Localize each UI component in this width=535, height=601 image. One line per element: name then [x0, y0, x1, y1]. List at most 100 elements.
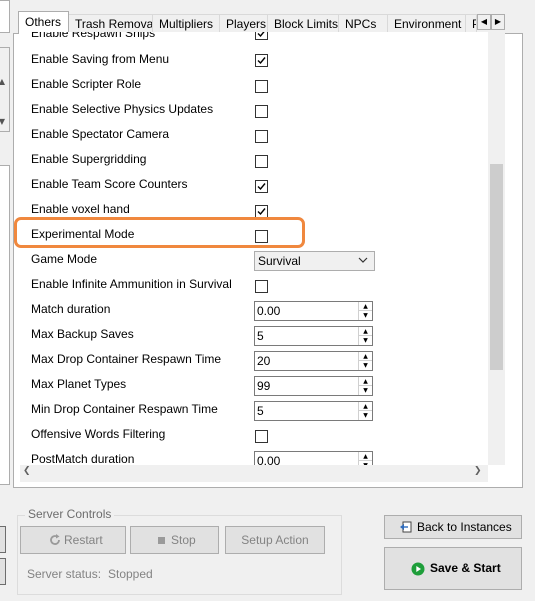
setting-row-game-mode: Game Mode Survival — [20, 251, 488, 276]
spin-up-icon[interactable]: ▲ — [359, 352, 372, 361]
spinner-value: 0.00 — [257, 304, 281, 318]
experimental-mode-highlight — [14, 217, 305, 248]
infinite-ammunition-checkbox[interactable] — [255, 280, 268, 293]
left-list-scrollbar[interactable]: ▲ ▼ — [0, 47, 10, 132]
tab-scroll-right-icon[interactable]: ▶ — [491, 14, 505, 30]
setting-row-postmatch-duration: PostMatch duration 0.00 ▲ ▼ — [20, 451, 488, 465]
enable-selective-physics-updates-checkbox[interactable] — [255, 105, 268, 118]
setting-label: Min Drop Container Respawn Time — [31, 402, 218, 416]
setting-row-enable-saving-from-menu: Enable Saving from Menu — [20, 51, 488, 76]
game-mode-select[interactable]: Survival — [254, 251, 375, 271]
grid-vertical-scroll-thumb[interactable] — [490, 164, 503, 370]
spin-down-icon[interactable]: ▼ — [359, 386, 372, 395]
server-controls-title: Server Controls — [25, 507, 115, 522]
spin-down-icon[interactable]: ▼ — [359, 311, 372, 320]
back-to-instances-label: Back to Instances — [417, 520, 512, 534]
setting-row-min-drop-container-respawn-time: Min Drop Container Respawn Time 5 ▲ ▼ — [20, 401, 488, 426]
setting-label: Max Drop Container Respawn Time — [31, 352, 222, 366]
setting-label: Game Mode — [31, 252, 98, 266]
max-backup-saves-spinner[interactable]: 5 ▲ ▼ — [254, 326, 373, 346]
spin-up-icon[interactable]: ▲ — [359, 327, 372, 336]
server-status-value: Stopped — [108, 567, 153, 581]
setup-action-button[interactable]: Setup Action — [225, 526, 325, 554]
restart-label: Restart — [64, 533, 103, 547]
setting-label: Max Backup Saves — [31, 327, 134, 341]
spin-up-icon[interactable]: ▲ — [359, 302, 372, 311]
tab-multipliers[interactable]: Multipliers — [152, 14, 220, 33]
left-cropped-button[interactable] — [0, 558, 6, 585]
spin-down-icon[interactable]: ▼ — [359, 411, 372, 420]
grid-horizontal-scrollbar[interactable]: ❮ ❯ — [20, 465, 488, 482]
stop-icon — [158, 537, 165, 544]
tab-players[interactable]: Players — [219, 14, 268, 33]
tab-others[interactable]: Others — [18, 11, 69, 34]
tab-trash-removal[interactable]: Trash Removal — [68, 14, 153, 33]
max-drop-container-respawn-time-spinner[interactable]: 20 ▲ ▼ — [254, 351, 373, 371]
scroll-down-arrow-icon[interactable]: ▼ — [0, 116, 7, 128]
setting-label: Enable voxel hand — [31, 202, 130, 216]
save-and-start-button[interactable]: Save & Start — [384, 547, 522, 590]
stop-button[interactable]: Stop — [130, 526, 219, 554]
setting-row-enable-supergridding: Enable Supergridding — [20, 151, 488, 176]
tab-environment[interactable]: Environment — [387, 14, 466, 33]
min-drop-container-respawn-time-spinner[interactable]: 5 ▲ ▼ — [254, 401, 373, 421]
tab-block-limits[interactable]: Block Limits — [267, 14, 339, 33]
checkmark-icon — [257, 32, 265, 38]
setting-label: Enable Scripter Role — [31, 77, 142, 91]
setting-row-enable-scripter-role: Enable Scripter Role — [20, 76, 488, 101]
spinner-buttons: ▲ ▼ — [358, 452, 372, 465]
spin-up-icon[interactable]: ▲ — [359, 377, 372, 386]
left-cropped-button[interactable] — [0, 526, 6, 553]
setting-row-max-backup-saves: Max Backup Saves 5 ▲ ▼ — [20, 326, 488, 351]
postmatch-duration-spinner[interactable]: 0.00 ▲ ▼ — [254, 451, 373, 465]
tab-p-truncated[interactable]: P — [465, 14, 477, 33]
spinner-buttons: ▲ ▼ — [358, 377, 372, 395]
checkmark-icon — [257, 57, 266, 65]
spin-down-icon[interactable]: ▼ — [359, 336, 372, 345]
setting-row-enable-respawn-ships: Enable Respawn Ships — [20, 32, 488, 50]
setting-row-infinite-ammunition: Enable Infinite Ammunition in Survival — [20, 276, 488, 301]
setting-label: Enable Supergridding — [31, 152, 147, 166]
restart-button[interactable]: Restart — [20, 526, 126, 554]
scroll-left-arrow-icon[interactable]: ❮ — [23, 466, 31, 476]
back-to-instances-button[interactable]: Back to Instances — [384, 515, 522, 539]
enable-supergridding-checkbox[interactable] — [255, 155, 268, 168]
tab-scroll-left-icon[interactable]: ◀ — [477, 14, 491, 30]
spin-up-icon[interactable]: ▲ — [359, 402, 372, 411]
scroll-right-arrow-icon[interactable]: ❯ — [474, 466, 482, 476]
scroll-up-arrow-icon[interactable]: ▲ — [0, 76, 7, 88]
setting-label: Enable Saving from Menu — [31, 52, 170, 66]
setting-label: Match duration — [31, 302, 111, 316]
server-status-label: Server status: — [27, 567, 102, 581]
chevron-down-icon — [358, 257, 368, 263]
enable-team-score-counters-checkbox[interactable] — [255, 180, 268, 193]
spinner-buttons: ▲ ▼ — [358, 402, 372, 420]
setting-row-max-planet-types: Max Planet Types 99 ▲ ▼ — [20, 376, 488, 401]
offensive-words-filtering-checkbox[interactable] — [255, 430, 268, 443]
setup-action-label: Setup Action — [241, 533, 309, 547]
save-and-start-label: Save & Start — [430, 561, 501, 575]
setting-label: Max Planet Types — [31, 377, 127, 391]
max-planet-types-spinner[interactable]: 99 ▲ ▼ — [254, 376, 373, 396]
tab-npcs[interactable]: NPCs — [338, 14, 388, 33]
setting-label: Enable Infinite Ammunition in Survival — [31, 277, 232, 291]
enable-respawn-ships-checkbox[interactable] — [255, 32, 268, 40]
spinner-value: 5 — [257, 329, 264, 343]
setting-label: Enable Team Score Counters — [31, 177, 188, 191]
enable-scripter-role-checkbox[interactable] — [255, 80, 268, 93]
setting-label: Enable Selective Physics Updates — [31, 102, 214, 116]
grid-vertical-scrollbar[interactable] — [488, 32, 505, 465]
setting-label: Offensive Words Filtering — [31, 427, 166, 441]
enable-spectator-camera-checkbox[interactable] — [255, 130, 268, 143]
spinner-value: 20 — [257, 354, 271, 368]
spin-up-icon[interactable]: ▲ — [359, 452, 372, 461]
setting-row-offensive-words-filtering: Offensive Words Filtering — [20, 426, 488, 451]
setting-row-enable-selective-physics-updates: Enable Selective Physics Updates — [20, 101, 488, 126]
match-duration-spinner[interactable]: 0.00 ▲ ▼ — [254, 301, 373, 321]
checkmark-icon — [257, 183, 266, 191]
setting-label: Enable Spectator Camera — [31, 127, 170, 141]
enable-saving-from-menu-checkbox[interactable] — [255, 54, 268, 67]
left-list-bottom — [0, 165, 10, 485]
setting-label: PostMatch duration — [31, 452, 135, 465]
spin-down-icon[interactable]: ▼ — [359, 361, 372, 370]
